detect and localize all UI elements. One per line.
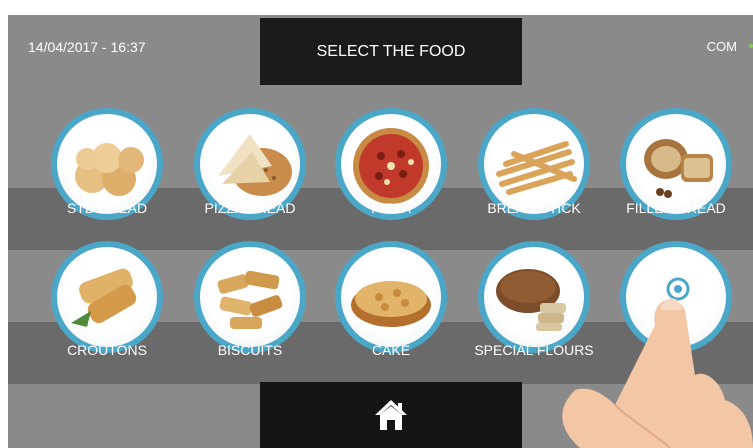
food-label: BISCUITS	[217, 342, 283, 358]
com-led-indicator	[749, 44, 753, 48]
biscuits-icon	[194, 241, 306, 353]
food-label: CROUTONS	[67, 342, 147, 358]
food-label: M L	[664, 342, 688, 358]
page-title-box: SELECT THE FOOD	[260, 18, 522, 85]
home-button[interactable]	[260, 382, 522, 448]
food-filled-bread[interactable]: FILLED BREAD	[606, 108, 746, 228]
food-pizza[interactable]: PIZZA	[321, 108, 461, 228]
croutons-icon	[51, 241, 163, 353]
food-label: FILLED BREAD	[626, 200, 726, 216]
food-pizza-bread[interactable]: PIZZA BREAD	[180, 108, 320, 228]
food-std-bread[interactable]: STD BREAD	[37, 108, 177, 228]
food-special-flours[interactable]: SPECIAL FLOURS	[464, 241, 604, 361]
food-manual[interactable]: M L	[606, 241, 746, 361]
food-label: CAKE	[371, 342, 411, 358]
page-title: SELECT THE FOOD	[316, 42, 466, 60]
food-label: SPECIAL FLOURS	[474, 342, 594, 358]
food-label: STD BREAD	[66, 200, 148, 216]
manual-icon	[620, 241, 732, 353]
food-cake[interactable]: CAKE	[321, 241, 461, 361]
food-label: BREAD STICK	[487, 200, 581, 216]
food-croutons[interactable]: CROUTONS	[37, 241, 177, 361]
food-label: PIZZA BREAD	[204, 200, 296, 216]
food-biscuits[interactable]: BISCUITS	[180, 241, 320, 361]
com-status: COM	[706, 39, 737, 54]
special-flours-icon	[478, 241, 590, 353]
oven-screen: 14/04/2017 - 16:37 SELECT THE FOOD COM S…	[8, 15, 753, 448]
cake-icon	[335, 241, 447, 353]
food-label: PIZZA	[371, 200, 411, 216]
food-bread-stick[interactable]: BREAD STICK	[464, 108, 604, 228]
datetime: 14/04/2017 - 16:37	[28, 39, 146, 55]
home-icon	[375, 400, 407, 430]
